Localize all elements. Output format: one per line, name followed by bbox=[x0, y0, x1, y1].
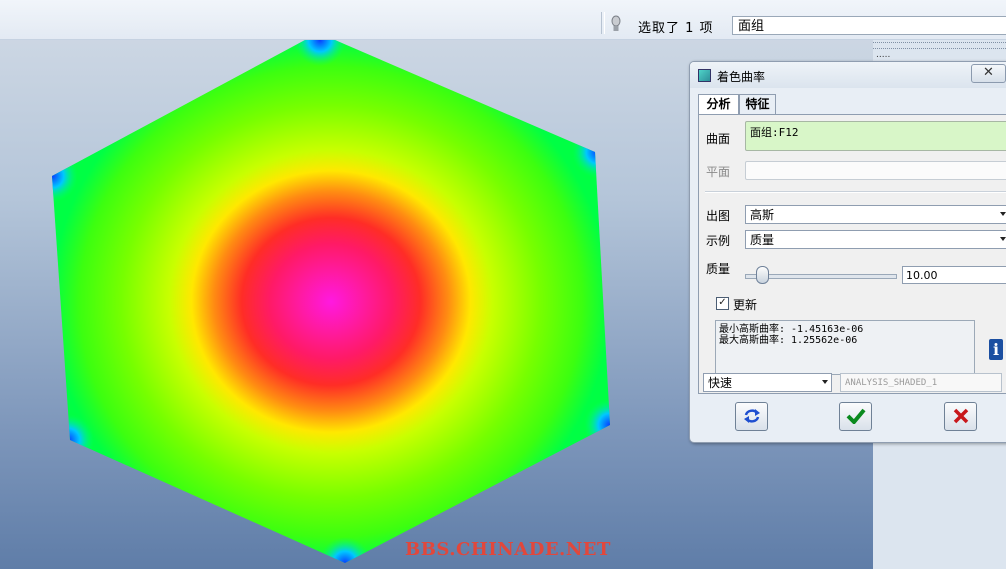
close-x-icon bbox=[953, 408, 968, 424]
output-type-value: 高斯 bbox=[750, 208, 775, 222]
output-label: 出图 bbox=[706, 209, 731, 223]
tab-analysis[interactable]: 分析 bbox=[698, 94, 739, 116]
tab-feature[interactable]: 特征 bbox=[739, 94, 776, 114]
update-label: 更新 bbox=[733, 298, 758, 312]
ok-button[interactable] bbox=[839, 402, 872, 431]
repeat-analysis-button[interactable] bbox=[735, 402, 768, 431]
surface-collector[interactable]: 面组:F12 bbox=[745, 121, 1006, 151]
cancel-button[interactable] bbox=[944, 402, 977, 431]
dialog-title: 着色曲率 bbox=[717, 70, 766, 84]
dialog-titlebar[interactable]: 着色曲率 ✕ bbox=[690, 62, 1006, 88]
analysis-tab-panel: 曲面 面组:F12 平面 出图 高斯 示例 质量 质量 10.00 ✓ 更新 最… bbox=[698, 114, 1006, 394]
quality-label: 质量 bbox=[706, 262, 731, 276]
watermark-text: BBS.CHINADE.NET bbox=[405, 539, 611, 560]
chevron-down-icon bbox=[1000, 212, 1006, 216]
example-select[interactable]: 质量 bbox=[745, 230, 1006, 249]
checkmark-icon bbox=[846, 408, 866, 425]
selection-status: 选取了 1 项 bbox=[638, 21, 714, 36]
info-icon[interactable]: i bbox=[989, 339, 1003, 360]
section-divider bbox=[705, 191, 1006, 193]
results-box: 最小高斯曲率: -1.45163e-06 最大高斯曲率: 1.25562e-06 bbox=[715, 320, 975, 375]
analysis-name-input[interactable]: ANALYSIS_SHADED_1 bbox=[840, 373, 1002, 392]
surface-label: 曲面 bbox=[706, 132, 731, 146]
repeat-icon bbox=[743, 409, 760, 423]
panel-divider bbox=[873, 42, 1006, 49]
lightbulb-icon[interactable] bbox=[609, 14, 623, 34]
shaded-curvature-dialog: 着色曲率 ✕ 分析 特征 曲面 面组:F12 平面 出图 高斯 示例 质量 质量… bbox=[689, 61, 1006, 443]
example-label: 示例 bbox=[706, 234, 731, 248]
chevron-down-icon bbox=[822, 380, 828, 384]
quality-slider-handle[interactable] bbox=[756, 266, 769, 284]
output-type-select[interactable]: 高斯 bbox=[745, 205, 1006, 224]
close-button[interactable]: ✕ bbox=[971, 64, 1006, 83]
update-checkbox[interactable]: ✓ bbox=[716, 297, 729, 310]
example-value: 质量 bbox=[750, 233, 775, 247]
toolbar-separator bbox=[601, 12, 605, 34]
top-status-bar: 选取了 1 项 面组 bbox=[0, 0, 1006, 40]
quality-value-input[interactable]: 10.00 bbox=[902, 266, 1006, 284]
panel-label: ..... bbox=[876, 50, 891, 60]
dialog-app-icon bbox=[698, 69, 711, 82]
max-gauss-curvature: 最大高斯曲率: 1.25562e-06 bbox=[719, 335, 858, 346]
plane-collector[interactable] bbox=[745, 161, 1006, 180]
computation-mode-select[interactable]: 快速 bbox=[703, 373, 832, 392]
min-gauss-curvature: 最小高斯曲率: -1.45163e-06 bbox=[719, 324, 864, 335]
plane-label: 平面 bbox=[706, 165, 731, 179]
computation-mode-value: 快速 bbox=[708, 376, 733, 390]
chevron-down-icon bbox=[1000, 237, 1006, 241]
selection-filter-select[interactable]: 面组 bbox=[732, 16, 1006, 35]
